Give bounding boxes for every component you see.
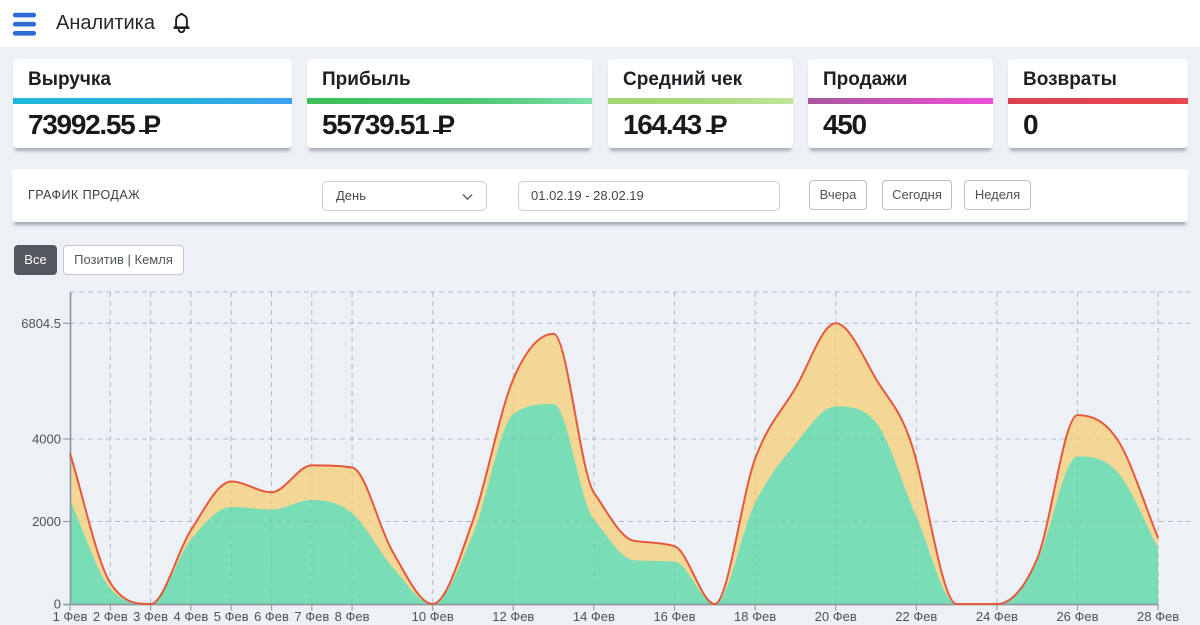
svg-text:18 Фев: 18 Фев	[734, 609, 776, 624]
svg-text:6804.5: 6804.5	[21, 316, 61, 331]
svg-text:3 Фев: 3 Фев	[133, 609, 168, 624]
svg-text:1 Фев: 1 Фев	[53, 609, 88, 624]
svg-text:10 Фев: 10 Фев	[412, 609, 454, 624]
svg-text:5 Фев: 5 Фев	[214, 609, 249, 624]
svg-text:4 Фев: 4 Фев	[173, 609, 208, 624]
svg-text:6 Фев: 6 Фев	[254, 609, 289, 624]
svg-text:12 Фев: 12 Фев	[492, 609, 534, 624]
svg-text:22 Фев: 22 Фев	[895, 609, 937, 624]
svg-text:14 Фев: 14 Фев	[573, 609, 615, 624]
svg-text:2 Фев: 2 Фев	[93, 609, 128, 624]
svg-text:4000: 4000	[32, 432, 61, 447]
svg-text:8 Фев: 8 Фев	[335, 609, 370, 624]
svg-text:24 Фев: 24 Фев	[976, 609, 1018, 624]
svg-text:2000: 2000	[32, 514, 61, 529]
svg-text:28 Фев: 28 Фев	[1137, 609, 1179, 624]
svg-text:16 Фев: 16 Фев	[653, 609, 695, 624]
svg-text:7 Фев: 7 Фев	[294, 609, 329, 624]
svg-text:26 Фев: 26 Фев	[1056, 609, 1098, 624]
svg-text:20 Фев: 20 Фев	[815, 609, 857, 624]
